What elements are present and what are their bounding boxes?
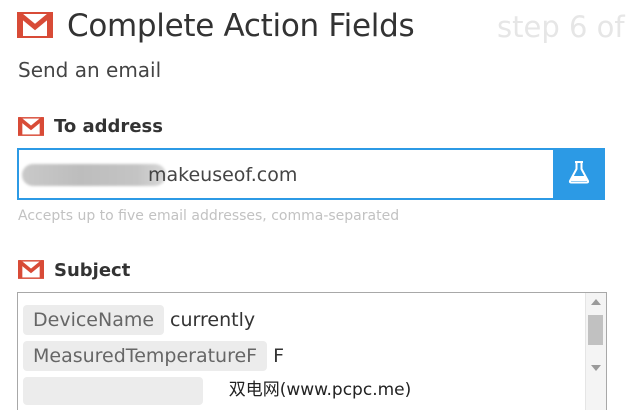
subject-text: F — [273, 345, 285, 367]
page-title: Complete Action Fields — [67, 8, 415, 44]
gmail-icon — [18, 117, 44, 136]
step-indicator: step 6 of — [497, 10, 625, 44]
to-address-hint: Accepts up to five email addresses, comm… — [18, 208, 400, 224]
watermark: 双电网(www.pcpc.me) — [0, 372, 640, 402]
subject-label: Subject — [54, 260, 131, 281]
to-address-label: To address — [54, 116, 163, 137]
add-ingredient-button[interactable] — [553, 148, 605, 200]
ingredient-pill-devicename[interactable]: DeviceName — [23, 305, 165, 335]
scroll-thumb[interactable] — [588, 315, 603, 345]
action-subtitle: Send an email — [18, 58, 162, 82]
subject-line: DeviceName currently — [23, 305, 255, 335]
gmail-icon — [17, 12, 53, 38]
to-address-input[interactable]: makeuseof.com — [17, 148, 605, 200]
scroll-up-arrow-icon[interactable] — [591, 299, 601, 305]
ingredient-pill-temperature[interactable]: MeasuredTemperatureF — [23, 341, 268, 371]
to-address-value: makeuseof.com — [148, 164, 298, 186]
gmail-icon — [18, 260, 44, 279]
flask-icon — [568, 160, 590, 188]
subject-line: MeasuredTemperatureF F — [23, 341, 284, 371]
subject-text: currently — [170, 309, 256, 331]
scroll-down-arrow-icon[interactable] — [591, 365, 601, 371]
redacted-email-blur — [22, 164, 166, 186]
